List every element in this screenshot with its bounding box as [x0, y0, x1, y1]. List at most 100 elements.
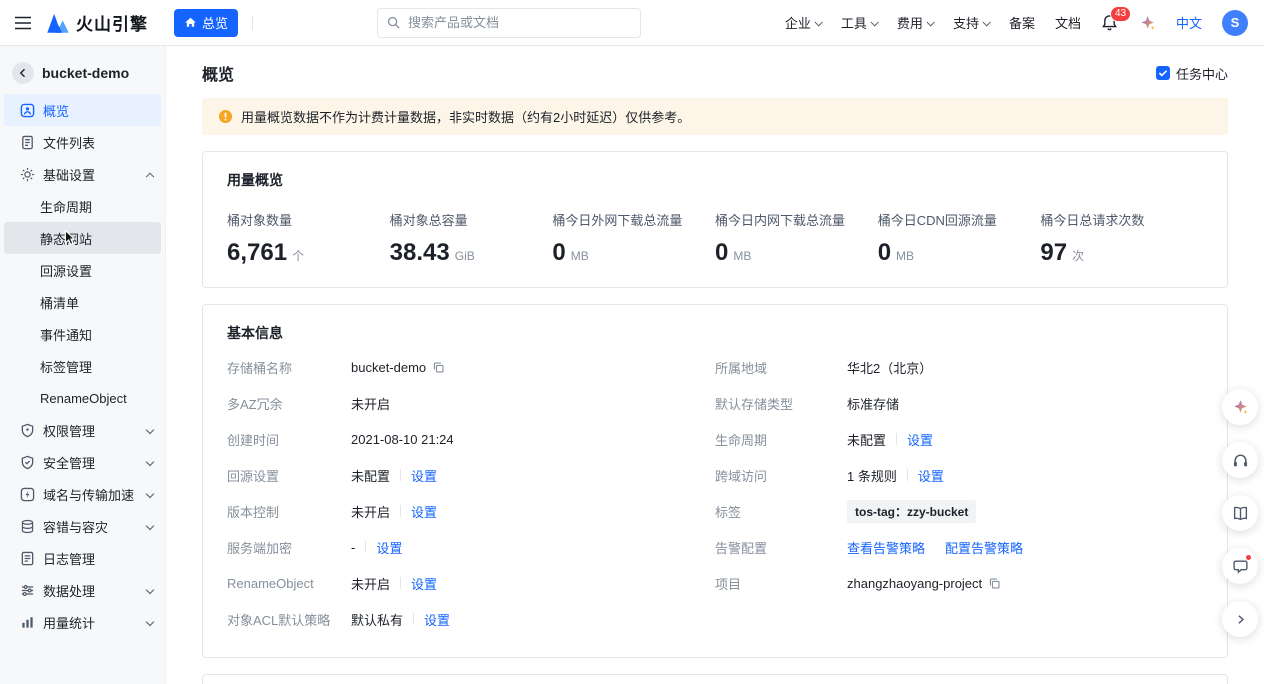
sidebar-subitem-rename-object[interactable]: RenameObject: [4, 382, 161, 414]
nav-billing[interactable]: 费用: [897, 13, 933, 32]
sidebar-subitem-event-notification[interactable]: 事件通知: [4, 318, 161, 350]
nav-label: 备案: [1009, 13, 1035, 32]
sidebar-item-disaster-recovery[interactable]: 容错与容灾: [4, 510, 161, 542]
nav-support[interactable]: 支持: [953, 13, 989, 32]
sidebar-item-label: 概览: [43, 101, 69, 120]
basic-info-card: 基本信息 存储桶名称 bucket-demo 多AZ冗余 未开启: [202, 304, 1228, 658]
sidebar-item-label: 域名与传输加速: [43, 485, 134, 504]
sidebar-item-usage-stats[interactable]: 用量统计: [4, 606, 161, 638]
sidebar-item-security[interactable]: 安全管理: [4, 446, 161, 478]
settings-link[interactable]: 设置: [376, 538, 402, 557]
sidebar-subitem-static-site[interactable]: 静态网站: [4, 222, 161, 254]
notification-badge: 43: [1110, 6, 1131, 22]
metric-value: 6,761: [227, 239, 287, 267]
promo-icon[interactable]: [1138, 14, 1156, 32]
sidebar-item-overview[interactable]: 概览: [4, 94, 161, 126]
sidebar-subitem-tag-management[interactable]: 标签管理: [4, 350, 161, 382]
info-value: bucket-demo: [351, 360, 426, 375]
overview-button-label: 总览: [202, 13, 228, 32]
sidebar-item-permission[interactable]: 权限管理: [4, 414, 161, 446]
nav-tools[interactable]: 工具: [841, 13, 877, 32]
metric-total-capacity: 桶对象总容量 38.43GiB: [390, 210, 553, 267]
back-button[interactable]: [12, 62, 34, 84]
sidebar-item-log-management[interactable]: 日志管理: [4, 542, 161, 574]
collapse-toolbar-button[interactable]: [1222, 601, 1258, 637]
copy-icon[interactable]: [432, 361, 445, 374]
sidebar-item-label: 用量统计: [43, 613, 95, 632]
info-row-versioning: 版本控制 未开启 设置: [227, 493, 715, 529]
sidebar-item-data-processing[interactable]: 数据处理: [4, 574, 161, 606]
settings-link[interactable]: 设置: [424, 610, 450, 629]
feedback-button[interactable]: [1222, 548, 1258, 584]
metric-label: 桶对象总容量: [390, 210, 553, 229]
metric-label: 桶对象数量: [227, 210, 390, 229]
settings-link[interactable]: 设置: [907, 430, 933, 449]
volcano-logo-icon: [46, 12, 70, 33]
nav-enterprise[interactable]: 企业: [785, 13, 821, 32]
sidebar-item-label: 容错与容灾: [43, 517, 108, 536]
settings-link[interactable]: 设置: [411, 574, 437, 593]
language-switch[interactable]: 中文: [1176, 13, 1202, 32]
info-label: 项目: [715, 574, 847, 593]
sidebar-item-basic-settings[interactable]: 基础设置: [4, 158, 161, 190]
chevron-down-icon: [146, 426, 154, 434]
data-process-icon: [20, 583, 35, 598]
sidebar-subitem-lifecycle[interactable]: 生命周期: [4, 190, 161, 222]
main-content: 概览 任务中心 用量概览数据不作为计费计量数据，非实时数据（约有2小时延迟）仅供…: [166, 46, 1264, 684]
info-row-create-time: 创建时间 2021-08-10 21:24: [227, 421, 715, 457]
floating-toolbar: [1222, 389, 1258, 637]
nav-docs[interactable]: 文档: [1055, 13, 1081, 32]
sidebar-subitem-label: 标签管理: [40, 357, 92, 376]
metric-object-count: 桶对象数量 6,761个: [227, 210, 390, 267]
ai-assistant-button[interactable]: [1222, 389, 1258, 425]
settings-link[interactable]: 设置: [411, 502, 437, 521]
console-overview-button[interactable]: 总览: [174, 9, 238, 37]
sidebar-item-label: 基础设置: [43, 165, 95, 184]
info-label: 所属地域: [715, 358, 847, 377]
copy-icon[interactable]: [988, 577, 1001, 590]
info-row-multi-az: 多AZ冗余 未开启: [227, 385, 715, 421]
chevron-down-icon: [982, 18, 990, 26]
settings-link[interactable]: 设置: [918, 466, 944, 485]
sidebar-subitem-label: 静态网站: [40, 229, 92, 248]
info-label: 对象ACL默认策略: [227, 610, 351, 629]
sidebar-item-file-list[interactable]: 文件列表: [4, 126, 161, 158]
avatar[interactable]: S: [1222, 10, 1248, 36]
volcengine-logo[interactable]: 火山引擎: [46, 10, 148, 35]
info-label: 跨域访问: [715, 466, 847, 485]
documentation-button[interactable]: [1222, 495, 1258, 531]
global-search: [377, 8, 641, 38]
info-label: 存储桶名称: [227, 358, 351, 377]
chevron-right-icon: [1234, 613, 1247, 626]
metric-total-requests: 桶今日总请求次数 97次: [1040, 210, 1203, 267]
info-row-origin-settings: 回源设置 未配置 设置: [227, 457, 715, 493]
task-center-button[interactable]: 任务中心: [1156, 64, 1228, 83]
sidebar-item-label: 文件列表: [43, 133, 95, 152]
info-value: zhangzhaoyang-project: [847, 576, 982, 591]
warning-icon: [218, 109, 233, 124]
sidebar-item-domain-accel[interactable]: 域名与传输加速: [4, 478, 161, 510]
info-row-tags: 标签 tos-tag：zzy-bucket: [715, 493, 1203, 529]
customer-service-button[interactable]: [1222, 442, 1258, 478]
sidebar-subitem-origin-settings[interactable]: 回源设置: [4, 254, 161, 286]
search-input[interactable]: [377, 8, 641, 38]
view-alarm-policy-link[interactable]: 查看告警策略: [847, 538, 925, 557]
configure-alarm-policy-link[interactable]: 配置告警策略: [945, 538, 1023, 557]
overview-icon: [20, 103, 35, 118]
settings-link[interactable]: 设置: [411, 466, 437, 485]
metric-label: 桶今日外网下载总流量: [552, 210, 715, 229]
info-label: RenameObject: [227, 576, 351, 591]
metric-cdn-origin-traffic: 桶今日CDN回源流量 0MB: [878, 210, 1041, 267]
book-icon: [1232, 505, 1249, 522]
bucket-header: bucket-demo: [0, 56, 165, 94]
hamburger-menu-icon[interactable]: [12, 12, 34, 34]
divider: [400, 577, 401, 589]
info-label: 标签: [715, 502, 847, 521]
sidebar-subitem-bucket-inventory[interactable]: 桶清单: [4, 286, 161, 318]
nav-beian[interactable]: 备案: [1009, 13, 1035, 32]
notifications-button[interactable]: 43: [1101, 14, 1118, 31]
metric-label: 桶今日内网下载总流量: [715, 210, 878, 229]
topbar: 火山引擎 总览 企业 工具 费用 支持 备案 文档: [0, 0, 1264, 46]
metric-unit: MB: [733, 249, 751, 263]
search-icon: [386, 15, 401, 30]
